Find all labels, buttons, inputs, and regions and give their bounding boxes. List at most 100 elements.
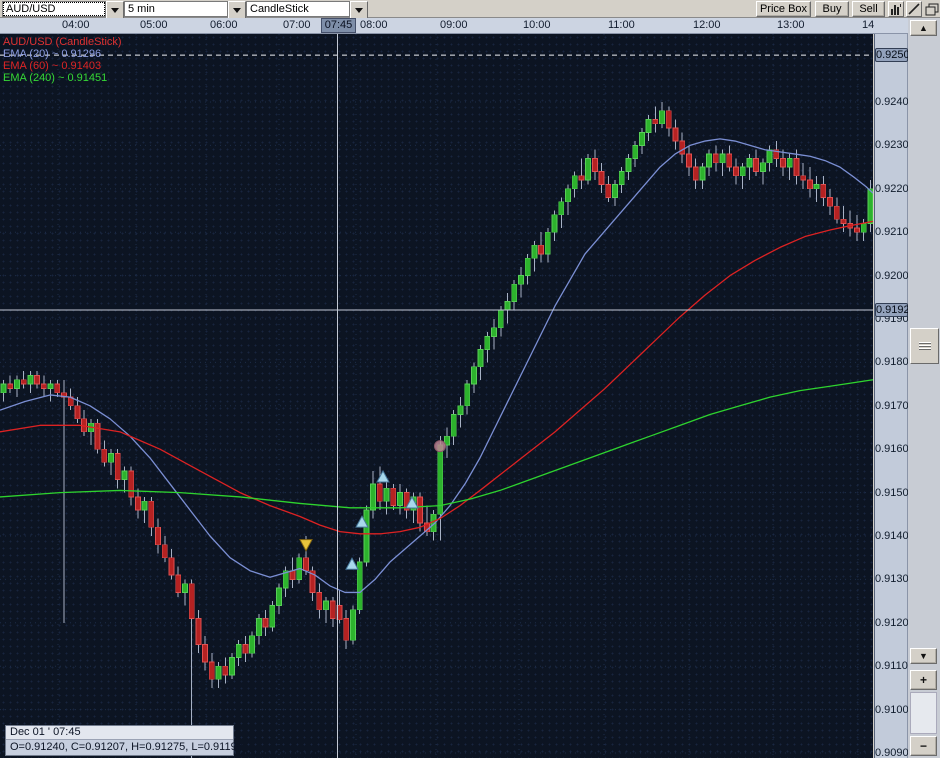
legend-line: EMA (60) ~ 0.91403 <box>3 60 102 72</box>
candle-body <box>457 405 464 415</box>
zoom-track[interactable] <box>910 692 937 734</box>
candle-body <box>679 140 686 155</box>
price-axis-label: 0.9240 <box>875 96 909 108</box>
candle-body <box>108 453 114 463</box>
candle-body <box>350 609 356 641</box>
crosshair-time-readout: 07:45 <box>321 18 356 33</box>
interval-combo[interactable]: 5 min <box>124 1 246 19</box>
candle-body <box>531 244 538 259</box>
sell-button[interactable]: Sell <box>852 1 885 17</box>
candle-body <box>390 487 397 507</box>
candle-body <box>652 118 659 125</box>
candle-body <box>605 184 612 198</box>
cascade-windows-icon[interactable] <box>924 1 940 17</box>
chart-type-combo-value[interactable]: CandleStick <box>246 1 350 17</box>
sell-arrow-marker <box>299 539 313 552</box>
candle-body <box>518 275 524 285</box>
candle-body <box>229 657 235 676</box>
candle-body <box>188 583 195 619</box>
time-axis-label: 04:00 <box>62 19 90 31</box>
candle-body <box>383 487 390 502</box>
candle-body <box>54 383 61 394</box>
candle-body <box>632 145 639 159</box>
toolbar: AUD/USD 5 min CandleStick Price Box Buy … <box>0 0 940 19</box>
zoom-in-button[interactable]: + <box>910 670 937 690</box>
candle-body <box>753 158 760 172</box>
candle-body <box>591 158 598 172</box>
price-box-button[interactable]: Price Box <box>756 1 811 17</box>
time-axis-label: 06:00 <box>210 19 238 31</box>
candle-body <box>343 618 350 641</box>
candle-body <box>255 618 262 637</box>
candle-body <box>686 153 692 168</box>
candle-body <box>780 158 786 168</box>
legend-line: EMA (240) ~ 0.91451 <box>3 72 108 84</box>
candle-body <box>739 166 746 177</box>
candle-body <box>141 500 148 511</box>
buy-arrow-marker <box>376 469 390 483</box>
trendline-tool-icon[interactable] <box>906 1 922 17</box>
candle-body <box>34 375 40 385</box>
symbol-combo-value[interactable]: AUD/USD <box>2 1 106 17</box>
candle-body <box>376 483 383 502</box>
candle-body <box>860 223 867 233</box>
chart-type-combo-arrow[interactable] <box>350 1 368 19</box>
candle-body <box>195 618 202 645</box>
grip-icon <box>918 342 931 344</box>
interval-combo-value[interactable]: 5 min <box>124 1 228 17</box>
tooltip-datetime: Dec 01 ' 07:45 <box>6 726 233 740</box>
candle-body <box>222 665 229 676</box>
candle-body <box>302 557 309 572</box>
price-axis-label: 0.9110 <box>875 660 908 673</box>
tooltip-ohlc-values: O=0.91240, C=0.91207, H=0.91275, L=0.911… <box>10 741 243 753</box>
candle-body <box>733 166 739 177</box>
symbol-combo-arrow[interactable] <box>106 1 124 19</box>
zoom-out-button[interactable]: − <box>910 736 937 756</box>
candle-body <box>477 348 484 368</box>
candle-body <box>470 366 477 385</box>
candle-body <box>665 110 672 129</box>
interval-combo-arrow[interactable] <box>228 1 246 19</box>
candle-body <box>538 244 544 255</box>
candle-body <box>114 453 121 480</box>
chart-legend: AUD/USD (CandleStick) EMA (20) ~ 0.91296 E… <box>3 36 122 84</box>
market-depth-icon[interactable] <box>888 1 904 17</box>
candle-body <box>618 171 625 185</box>
candle-body <box>94 422 101 450</box>
price-axis-label: 0.9200 <box>875 269 909 282</box>
candle-body <box>585 158 592 181</box>
time-axis[interactable]: 04:00 05:00 06:00 07:00 08:00 09:00 10:00 11:00… <box>0 18 908 34</box>
chart-area[interactable]: AUD/USD (CandleStick) EMA (20) ~ 0.91296 E… <box>0 34 873 758</box>
candle-body <box>625 158 632 172</box>
candle-body <box>800 175 807 181</box>
candle-body <box>786 158 793 168</box>
time-axis-label: 13:00 <box>777 19 805 31</box>
price-axis[interactable]: 0.9240 0.9230 0.9220 0.9210 0.9200 0.9190 0.91… <box>874 34 916 758</box>
time-axis-label: 05:00 <box>140 19 168 31</box>
chart-scrollbar: ▲ ▼ + − <box>908 18 940 758</box>
candle-body <box>840 218 847 224</box>
chevron-down-icon <box>355 7 363 13</box>
candle-body <box>437 444 444 515</box>
candle-body <box>155 526 161 546</box>
scroll-down-button[interactable]: ▼ <box>910 648 937 664</box>
candle-body <box>269 605 276 628</box>
candle-body <box>719 153 726 164</box>
buy-button[interactable]: Buy <box>815 1 849 17</box>
candle-body <box>464 383 471 407</box>
candle-body <box>276 587 282 606</box>
candle-body <box>766 149 773 164</box>
price-axis-label: 0.9090 <box>875 747 909 758</box>
symbol-combo[interactable]: AUD/USD <box>2 1 124 19</box>
candle-body <box>134 496 141 511</box>
candle-body <box>242 644 249 654</box>
scrollbar-thumb[interactable] <box>910 328 939 364</box>
candle-body <box>47 383 54 389</box>
candle-body <box>807 179 813 190</box>
scroll-up-button[interactable]: ▲ <box>910 20 937 36</box>
candle-body <box>417 496 424 524</box>
candle-body <box>14 379 20 389</box>
chart-type-combo[interactable]: CandleStick <box>246 1 368 19</box>
candle-body <box>712 153 719 164</box>
candlestick-chart[interactable] <box>0 34 873 758</box>
